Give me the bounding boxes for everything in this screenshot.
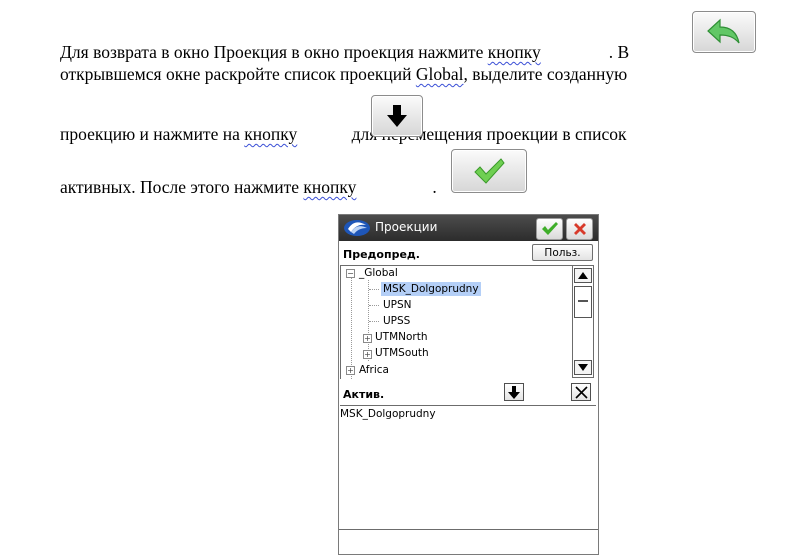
tree-node[interactable]: UTMSouth — [375, 346, 429, 360]
expand-icon[interactable]: + — [346, 366, 355, 375]
instruction-line-1: Для возврата в окно Проекция в окно прое… — [60, 42, 630, 62]
tree-node[interactable]: UPSN — [383, 298, 412, 312]
tree-node[interactable]: UTMNorth — [375, 330, 428, 344]
expand-icon[interactable]: + — [363, 334, 372, 343]
word-knopku: кнопку — [244, 124, 298, 144]
scroll-up-button[interactable] — [574, 268, 592, 283]
word-global: Global — [415, 64, 464, 84]
active-projections-list[interactable]: MSK_Dolgoprudny — [340, 405, 596, 526]
tree-scrollbar[interactable] — [572, 265, 594, 378]
tree-node[interactable]: Africa — [359, 363, 389, 377]
checkmark-icon — [541, 222, 558, 235]
scroll-thumb[interactable] — [574, 286, 592, 318]
instruction-line-3: проекцию и нажмите на кнопку для перемещ… — [60, 124, 627, 144]
app-logo-icon — [344, 220, 370, 236]
move-down-button-image — [371, 95, 423, 137]
checkmark-icon — [474, 158, 505, 184]
active-label: Актив. — [343, 388, 385, 401]
bottom-divider — [339, 529, 598, 530]
scroll-down-button[interactable] — [574, 360, 592, 375]
window-title: Проекции — [375, 220, 438, 234]
title-bar: Проекции — [339, 215, 598, 241]
ok-button-image — [451, 149, 527, 193]
user-projections-button[interactable]: Польз. — [532, 244, 593, 261]
collapse-icon[interactable]: − — [346, 269, 355, 278]
clear-button[interactable] — [571, 383, 591, 401]
clear-x-icon — [574, 385, 588, 399]
word-knopku: кнопку — [487, 42, 541, 62]
projection-tree[interactable]: − _Global MSK_Dolgoprudny UPSN UPSS + UT… — [340, 265, 573, 379]
word-knopku: кнопку — [303, 177, 357, 197]
tree-node-selected[interactable]: MSK_Dolgoprudny — [381, 282, 481, 296]
ok-button[interactable] — [536, 218, 563, 240]
move-down-button[interactable] — [504, 383, 524, 401]
instruction-line-4: активных. После этого нажмите кнопку. — [60, 177, 437, 197]
close-x-icon — [573, 223, 586, 235]
predefined-label: Предопред. — [343, 248, 420, 261]
arrow-down-icon — [387, 105, 407, 127]
triangle-down-icon — [578, 364, 588, 371]
back-button-image — [692, 11, 756, 53]
cancel-button[interactable] — [566, 218, 593, 240]
tree-node[interactable]: UPSS — [383, 314, 410, 328]
back-arrow-icon — [707, 18, 740, 44]
list-item[interactable]: MSK_Dolgoprudny — [340, 408, 436, 420]
instruction-line-2: открывшемся окне раскройте список проекц… — [60, 64, 628, 84]
tree-node-global[interactable]: _Global — [359, 266, 398, 280]
projections-window: Проекции Предопред. Польз. − _Global MSK… — [338, 214, 599, 555]
expand-icon[interactable]: + — [363, 350, 372, 359]
triangle-up-icon — [578, 272, 588, 279]
arrow-down-icon — [508, 385, 520, 399]
